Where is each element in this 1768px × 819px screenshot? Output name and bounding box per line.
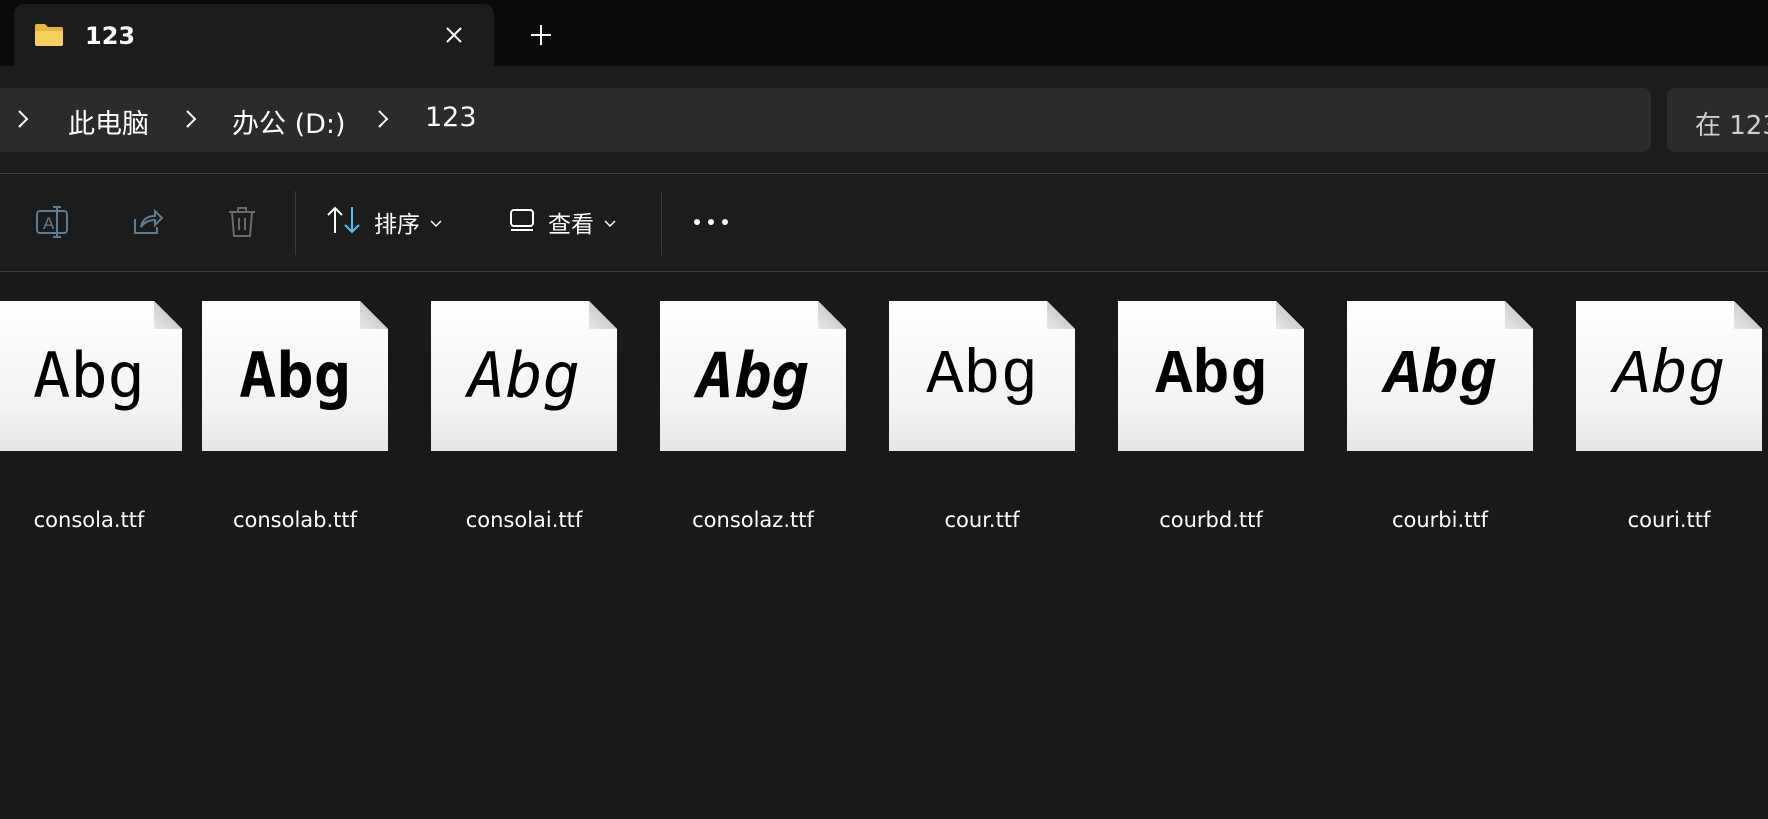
page-fold (154, 301, 182, 329)
font-thumbnail: Abg (889, 301, 1075, 451)
file-grid: Abg consola.ttf Abg consolab.ttf Abg con… (0, 273, 1768, 819)
share-icon[interactable] (125, 197, 169, 247)
font-preview: Abg (1613, 340, 1725, 411)
delete-icon[interactable] (220, 197, 264, 247)
font-thumbnail: Abg (0, 301, 182, 451)
file-item-consolai[interactable]: Abg consolai.ttf (413, 301, 617, 532)
font-preview: Abg (1384, 340, 1496, 411)
file-item-consola[interactable]: Abg consola.ttf (0, 301, 182, 532)
rename-icon[interactable]: A (30, 197, 74, 247)
font-preview: Abg (1155, 340, 1267, 411)
view-button[interactable]: 查看 (508, 197, 638, 247)
file-name: courbd.ttf (1159, 508, 1263, 532)
file-name: couri.ttf (1627, 508, 1711, 532)
search-input[interactable]: 在 123 (1667, 88, 1768, 152)
chevron-right-icon[interactable] (180, 108, 202, 130)
chevron-down-icon (430, 213, 442, 232)
more-icon[interactable] (690, 197, 732, 247)
page-fold (1276, 301, 1304, 329)
breadcrumb-item-123[interactable]: 123 (425, 102, 477, 133)
plus-icon[interactable] (524, 18, 558, 52)
sort-label: 排序 (374, 212, 420, 238)
file-name: consolaz.ttf (692, 508, 814, 532)
sort-icon (326, 205, 362, 239)
toolbar-divider (661, 191, 662, 255)
font-preview: Abg (697, 339, 809, 412)
file-name: consolai.ttf (465, 508, 583, 532)
view-label: 查看 (548, 212, 594, 238)
svg-text:A: A (43, 214, 55, 233)
font-preview: Abg (33, 339, 145, 412)
view-icon (508, 207, 536, 237)
file-item-cour[interactable]: Abg cour.ttf (871, 301, 1075, 532)
chevron-right-icon[interactable] (12, 108, 34, 130)
font-thumbnail: Abg (202, 301, 388, 451)
file-name: cour.ttf (944, 508, 1020, 532)
sort-button[interactable]: 排序 (326, 197, 456, 247)
address-row: 此电脑 办公 (D:) 123 在 123 (0, 66, 1768, 174)
font-preview: Abg (926, 340, 1038, 411)
tab-title: 123 (85, 22, 136, 50)
file-name: consolab.ttf (232, 508, 358, 532)
chevron-right-icon[interactable] (372, 108, 394, 130)
folder-icon (34, 23, 64, 47)
font-preview: Abg (239, 339, 351, 412)
breadcrumb-item-this-pc[interactable]: 此电脑 (68, 102, 149, 141)
chevron-down-icon (604, 213, 616, 232)
file-name: courbi.ttf (1391, 508, 1489, 532)
file-name: consola.ttf (33, 508, 145, 532)
breadcrumb[interactable]: 此电脑 办公 (D:) 123 (0, 88, 1651, 152)
font-thumbnail: Abg (1576, 301, 1762, 451)
tab-123[interactable]: 123 (14, 4, 494, 66)
file-item-couri[interactable]: Abg couri.ttf (1558, 301, 1762, 532)
file-item-consolab[interactable]: Abg consolab.ttf (184, 301, 388, 532)
page-fold (589, 301, 617, 329)
file-item-consolaz[interactable]: Abg consolaz.ttf (642, 301, 846, 532)
breadcrumb-item-drive-d[interactable]: 办公 (D:) (232, 102, 346, 141)
page-fold (818, 301, 846, 329)
font-preview: Abg (468, 339, 580, 412)
font-thumbnail: Abg (431, 301, 617, 451)
page-fold (360, 301, 388, 329)
title-bar: 123 (0, 0, 1768, 66)
font-thumbnail: Abg (1347, 301, 1533, 451)
font-thumbnail: Abg (1118, 301, 1304, 451)
page-fold (1505, 301, 1533, 329)
close-icon[interactable] (439, 20, 469, 50)
file-item-courbd[interactable]: Abg courbd.ttf (1100, 301, 1304, 532)
page-fold (1734, 301, 1762, 329)
toolbar-divider (295, 191, 296, 255)
file-item-courbi[interactable]: Abg courbi.ttf (1329, 301, 1533, 532)
command-bar: A 排序 查看 (0, 175, 1768, 272)
font-thumbnail: Abg (660, 301, 846, 451)
page-fold (1047, 301, 1075, 329)
search-placeholder: 在 123 (1695, 111, 1768, 141)
